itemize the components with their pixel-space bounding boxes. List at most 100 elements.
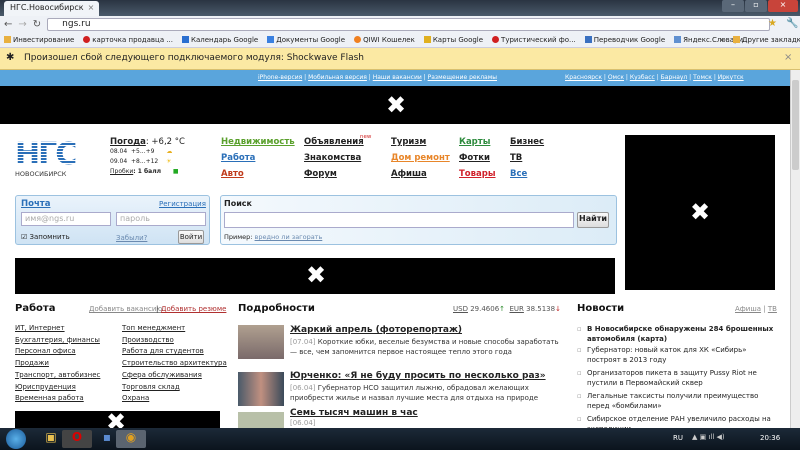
search-example-link[interactable]: вредно ли загорать [255,233,323,241]
afisha-link[interactable]: Афиша [735,305,761,313]
traffic-link[interactable]: Пробки [110,168,133,175]
job-category-link[interactable]: Сфера обслуживания [122,371,202,379]
windows-taskbar: ▣ O ▪ ◉ RU ▲ ▣ ıll ◀) 20:36 [0,428,800,450]
bookmark[interactable]: Переводчик Google [584,36,665,44]
clock[interactable]: 20:36 [760,434,780,442]
minimize-button[interactable]: – [722,0,744,12]
news-item[interactable]: Организаторов пикета в защиту Pussy Riot… [577,368,777,388]
city-link[interactable]: Красноярск [565,74,602,81]
city-link[interactable]: Иркутск [718,74,744,81]
search-button[interactable]: Найти [577,212,609,228]
chrome-icon[interactable]: ◉ [116,430,146,448]
job-category-link[interactable]: Топ менеджмент [122,324,185,332]
close-window-button[interactable]: × [768,0,798,12]
reload-icon[interactable]: ↻ [33,19,41,30]
back-icon[interactable]: ← [4,19,12,30]
bookmark[interactable]: карточка продавца ... [83,36,173,44]
article-thumbnail[interactable] [238,325,284,359]
bookmark[interactable]: Карты Google [423,36,483,44]
register-link[interactable]: Регистрация [159,200,206,208]
service-link[interactable]: Знакомства [304,153,361,163]
article-thumbnail[interactable] [238,412,284,428]
service-link[interactable]: Дом ремонт [391,153,450,163]
nav-link[interactable]: Мобильная версия [308,74,367,81]
maximize-button[interactable]: ▫ [745,0,767,12]
job-category-link[interactable]: Производство [122,336,174,344]
nav-link[interactable]: Наши вакансии [373,74,422,81]
mail-link[interactable]: Почта [21,199,50,209]
nav-link[interactable]: Размещение рекламы [428,74,497,81]
news-item[interactable]: Губернатор: новый каток для ХК «Сибирь» … [577,345,777,365]
news-item[interactable]: В Новосибирске обнаружены 284 брошенных … [577,324,777,344]
add-resume-link[interactable]: Добавить резюме [161,305,226,313]
remember-checkbox[interactable]: ☑ Запомнить [21,233,70,241]
nav-link[interactable]: iPhone-версия [258,74,302,81]
city-link[interactable]: Томск [693,74,712,81]
city-link[interactable]: Кузбасс [630,74,655,81]
tray-icons[interactable]: ▲ ▣ ıll ◀) [692,433,725,441]
service-link[interactable]: Туризм [391,137,426,147]
job-category-link[interactable]: Юриспруденция [15,383,76,391]
city-link[interactable]: Омск [608,74,624,81]
job-category-link[interactable]: Охрана [122,394,149,402]
forward-icon[interactable]: → [18,19,26,30]
service-link[interactable]: ТВ [510,153,522,163]
article-title[interactable]: Семь тысяч машин в час [290,408,418,418]
top-nav: iPhone-версия | Мобильная версия | Наши … [0,70,790,86]
language-indicator[interactable]: RU [673,434,683,442]
add-vacancy-link[interactable]: Добавить вакансию [89,305,162,313]
job-category-link[interactable]: Строительство архитектура [122,359,227,367]
service-link[interactable]: Форум [304,169,337,179]
start-button[interactable] [6,429,26,449]
service-link[interactable]: Товары [459,169,496,179]
service-link[interactable]: Карты [459,137,490,147]
bookmark[interactable]: Инвестирование [4,36,74,44]
city-link[interactable]: Барнаул [661,74,688,81]
article-title[interactable]: Юрченко: «Я не буду просить по несколько… [290,371,546,381]
tv-link[interactable]: ТВ [768,305,777,313]
service-link[interactable]: Недвижимость [221,137,295,147]
close-tab-icon[interactable]: × [88,3,95,14]
job-category-link[interactable]: Бухгалтерия, финансы [15,336,100,344]
close-infobar-icon[interactable]: × [784,52,792,63]
service-link[interactable]: Работа [221,153,255,163]
service-link[interactable]: Все [510,169,527,179]
wrench-icon[interactable]: 🔧 [786,18,798,29]
article-summary: [07.04] Короткие юбки, веселые безумства… [290,338,559,356]
login-button[interactable]: Войти [178,230,204,244]
scrollbar-thumb[interactable] [792,80,799,170]
job-category-link[interactable]: Продажи [15,359,49,367]
scrollbar[interactable] [790,70,800,428]
bookmarks-overflow[interactable]: » [720,36,724,44]
password-input[interactable]: пароль [116,212,206,226]
other-bookmarks[interactable]: Другие закладки [733,36,800,44]
search-input[interactable] [224,212,574,228]
bookmark[interactable]: QIWI Кошелек [354,36,415,44]
ngs-logo[interactable]: НГС НОВОСИБИРСК [15,140,95,188]
bookmark[interactable]: Документы Google [267,36,345,44]
browser-tab[interactable]: НГС.Новосибирск × [4,1,99,16]
job-category-link[interactable]: Персонал офиса [15,347,76,355]
service-link[interactable]: Фотки [459,153,490,163]
news-item[interactable]: Легальные таксисты получили преимущество… [577,391,777,411]
opera-icon[interactable]: O [62,430,92,448]
details-title: Подробности [238,303,315,314]
star-icon[interactable]: ★ [768,18,777,29]
weather-link[interactable]: Погода [110,137,146,147]
job-category-link[interactable]: Торговля склад [122,383,180,391]
job-category-link[interactable]: ИТ, Интернет [15,324,65,332]
job-category-link[interactable]: Работа для студентов [122,347,204,355]
job-category-link[interactable]: Транспорт, автобизнес [15,371,100,379]
url-input[interactable]: ngs.ru [47,18,770,31]
forgot-link[interactable]: Забыли? [116,234,147,242]
article-thumbnail[interactable] [238,372,284,406]
bookmark[interactable]: Календарь Google [182,36,258,44]
article-title[interactable]: Жаркий апрель (фоторепортаж) [290,325,462,335]
bookmark[interactable]: Туристический фо... [492,36,576,44]
service-link[interactable]: Авто [221,169,244,179]
login-input[interactable]: имя@ngs.ru [21,212,111,226]
service-link[interactable]: Бизнес [510,137,544,147]
service-link[interactable]: Объявления [304,137,364,147]
service-link[interactable]: Афиша [391,169,427,179]
job-category-link[interactable]: Временная работа [15,394,84,402]
